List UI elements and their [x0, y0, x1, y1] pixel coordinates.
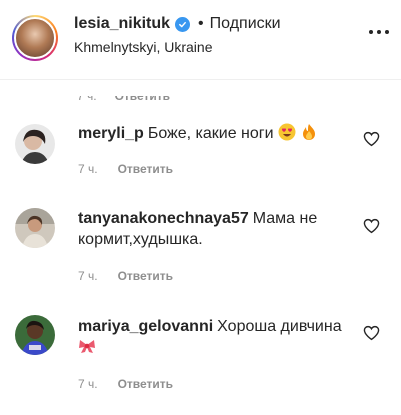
more-options-icon[interactable] [369, 30, 389, 36]
comment-username[interactable]: tanyanakonechnaya57 [78, 210, 249, 227]
reply-button[interactable]: Ответить [118, 162, 173, 176]
reply-button[interactable]: Ответить [118, 269, 173, 283]
comment-body: mariya_gelovanni Хороша дивчина [78, 316, 346, 358]
comment-username[interactable]: meryli_p [78, 125, 144, 142]
ribbon-emoji-icon [79, 340, 95, 353]
like-heart-icon[interactable] [363, 131, 380, 147]
following-button[interactable]: Подписки [210, 15, 281, 33]
partial-comment-meta: 7 ч. Ответить [77, 96, 170, 106]
separator-dot: • [198, 15, 204, 32]
reply-button[interactable]: Ответить [115, 96, 170, 106]
comment-username[interactable]: mariya_gelovanni [78, 318, 213, 335]
commenter-avatar[interactable] [15, 124, 55, 164]
comment-time: 7 ч. [77, 96, 97, 103]
author-line: lesia_nikituk • Подписки [74, 13, 281, 35]
comment-body: meryli_p Боже, какие ноги [78, 123, 346, 144]
like-heart-icon[interactable] [363, 218, 380, 234]
post-location[interactable]: Khmelnytskyi, Ukraine [74, 39, 213, 55]
comment-meta: 7 ч. Ответить [78, 377, 173, 391]
author-username[interactable]: lesia_nikituk [74, 15, 170, 33]
post-header: lesia_nikituk • Подписки Khmelnytskyi, U… [0, 0, 401, 80]
comment-body: tanyanakonechnaya57 Мама не кормит,худышк… [78, 208, 346, 250]
reply-button[interactable]: Ответить [118, 377, 173, 391]
commenter-avatar[interactable] [15, 208, 55, 248]
heart-eyes-emoji-icon [278, 123, 296, 141]
comment-meta: 7 ч. Ответить [78, 162, 173, 176]
comment-time: 7 ч. [78, 377, 98, 391]
fire-emoji-icon [303, 124, 316, 140]
like-heart-icon[interactable] [363, 325, 380, 341]
commenter-avatar[interactable] [15, 315, 55, 355]
comment-text: Хороша дивчина [217, 318, 342, 335]
comment-meta: 7 ч. Ответить [78, 269, 173, 283]
comment-time: 7 ч. [78, 162, 98, 176]
comment-text: Боже, какие ноги [147, 125, 274, 142]
author-avatar[interactable] [12, 15, 58, 61]
comment-time: 7 ч. [78, 269, 98, 283]
verified-badge-icon [175, 16, 191, 32]
